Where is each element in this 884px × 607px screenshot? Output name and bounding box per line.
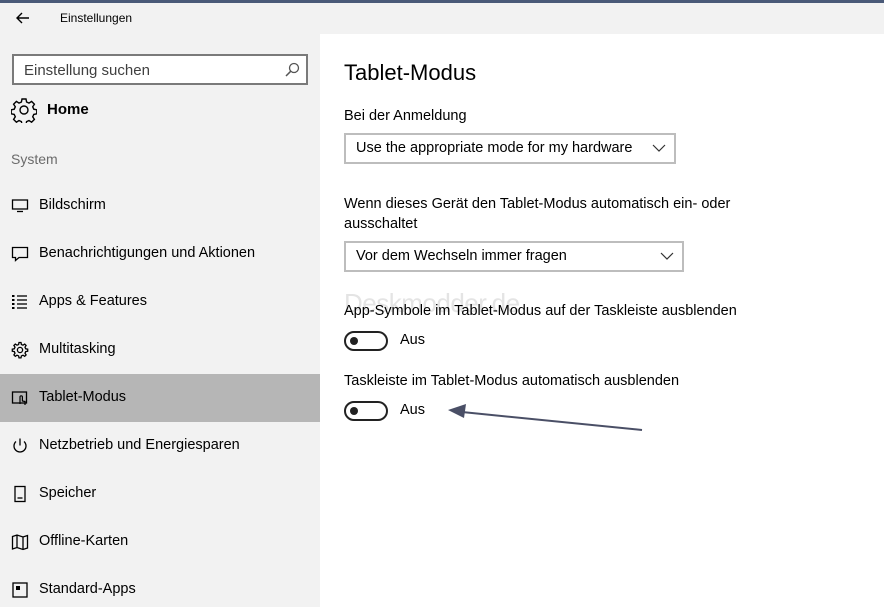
monitor-icon (11, 199, 29, 213)
annotation-arrow (448, 404, 643, 431)
title-bar: Einstellungen (0, 3, 884, 34)
hide-taskbar-state: Aus (400, 402, 425, 418)
sidebar-item-bildschirm[interactable]: Bildschirm (0, 182, 320, 230)
multitasking-icon (11, 341, 29, 359)
sidebar-item-label: Offline-Karten (39, 533, 129, 549)
home-label: Home (47, 101, 89, 118)
default-apps-icon (12, 582, 28, 598)
sidebar-item-label: Tablet-Modus (39, 389, 127, 405)
sidebar-item-multitasking[interactable]: Multitasking (0, 326, 320, 374)
hide-taskbar-label: Taskleiste im Tablet-Modus automatisch a… (344, 373, 680, 389)
chevron-down-icon (652, 144, 666, 152)
app-title: Einstellungen (60, 11, 133, 25)
section-label: System (11, 151, 58, 167)
power-icon (13, 438, 27, 453)
sidebar-item-label: Speicher (39, 485, 97, 501)
main-content: Tablet-Modus Bei der Anmeldung Use the a… (320, 34, 884, 607)
signin-mode-dropdown[interactable]: Use the appropriate mode for my hardware (344, 133, 676, 164)
home-link[interactable]: Home (0, 92, 320, 128)
tablet-mode-icon (11, 391, 28, 405)
list-icon (12, 295, 27, 309)
sidebar-item-label: Bildschirm (39, 197, 106, 213)
sidebar-item-apps-features[interactable]: Apps & Features (0, 278, 320, 326)
sidebar-item-netzbetrieb[interactable]: Netzbetrieb und Energiesparen (0, 422, 320, 470)
dropdown-value: Use the appropriate mode for my hardware (356, 140, 633, 156)
page-title: Tablet-Modus (344, 60, 477, 85)
sidebar-item-benachrichtigungen[interactable]: Benachrichtigungen und Aktionen (0, 230, 320, 278)
gear-icon (11, 98, 37, 123)
dropdown-value: Vor dem Wechseln immer fragen (356, 248, 567, 264)
switch-behavior-label: Wenn dieses Gerät den Tablet-Modus autom… (344, 196, 731, 232)
sidebar-item-label: Netzbetrieb und Energiesparen (39, 437, 240, 453)
search-input[interactable] (24, 61, 274, 79)
sidebar: Home System Bildschirm Benachrichtigunge… (0, 34, 320, 607)
chevron-down-icon (660, 252, 674, 260)
toggle-knob (350, 337, 358, 345)
sidebar-item-label: Multitasking (39, 341, 116, 357)
search-icon[interactable] (284, 62, 300, 78)
hide-app-icons-state: Aus (400, 332, 425, 348)
signin-label: Bei der Anmeldung (344, 108, 467, 124)
switch-behavior-dropdown[interactable]: Vor dem Wechseln immer fragen (344, 241, 684, 272)
search-box[interactable] (12, 54, 308, 85)
sidebar-item-label: Benachrichtigungen und Aktionen (39, 245, 256, 261)
map-icon (11, 534, 29, 551)
sidebar-item-label: Standard-Apps (39, 581, 136, 597)
hide-taskbar-toggle[interactable] (344, 401, 388, 421)
sidebar-item-offline-karten[interactable]: Offline-Karten (0, 518, 320, 566)
notification-icon (11, 246, 29, 262)
toggle-knob (350, 407, 358, 415)
storage-icon (14, 485, 26, 503)
sidebar-item-standard-apps[interactable]: Standard-Apps (0, 566, 320, 607)
hide-app-icons-label: App-Symbole im Tablet-Modus auf der Task… (344, 303, 737, 319)
back-arrow-icon (16, 12, 29, 24)
sidebar-item-label: Apps & Features (39, 293, 147, 309)
sidebar-item-speicher[interactable]: Speicher (0, 470, 320, 518)
sidebar-item-tablet-modus[interactable]: Tablet-Modus (0, 374, 320, 422)
sidebar-nav: Bildschirm Benachrichtigungen und Aktion… (0, 182, 320, 607)
back-button[interactable] (10, 7, 36, 29)
hide-app-icons-toggle[interactable] (344, 331, 388, 351)
